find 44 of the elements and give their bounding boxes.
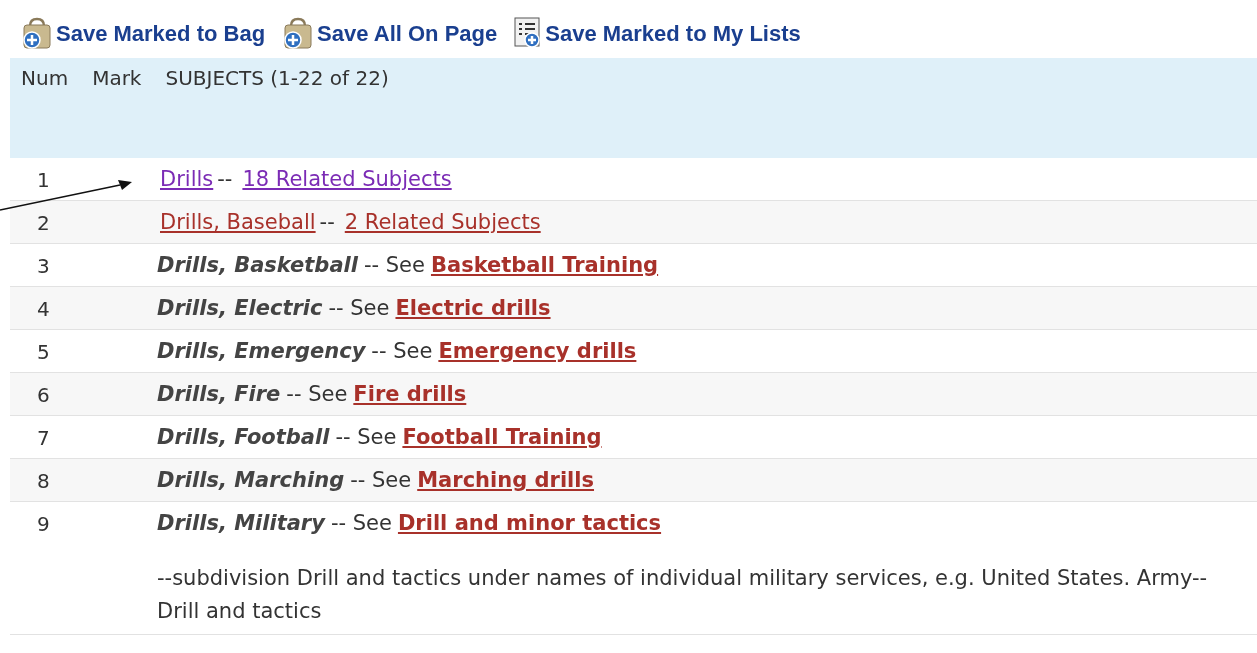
subject-heading: Drills, Electric (157, 295, 323, 322)
subject-heading: Drills, Emergency (157, 338, 366, 365)
related-subjects-link[interactable]: 2 Related Subjects (344, 207, 541, 237)
row-number: 6 (37, 383, 50, 407)
row-number: 4 (37, 297, 50, 321)
column-header: SUBJECTS (1-22 of 22) (165, 65, 389, 92)
see-link[interactable]: Fire drills (353, 379, 467, 409)
see-link[interactable]: Emergency drills (438, 336, 637, 366)
toolbar-button[interactable]: Save All On Page (281, 16, 498, 50)
row-number: 9 (37, 512, 50, 536)
separator-text: -- (217, 166, 233, 193)
subject-heading: Drills, Marching (157, 467, 345, 494)
see-text: -- See (286, 381, 348, 408)
see-link[interactable]: Basketball Training (430, 250, 659, 280)
subject-note: --subdivision Drill and tactics under names of individual military services, e.g. United States. Army--Drill and tactics (157, 565, 1209, 625)
see-text: -- See (350, 467, 412, 494)
subject-heading: Drills, Fire (157, 381, 281, 408)
see-link[interactable]: Football Training (402, 422, 602, 452)
column-header: Num (21, 65, 69, 92)
see-link[interactable]: Drill and minor tactics (397, 508, 662, 538)
see-text: -- See (371, 338, 433, 365)
subject-heading: Drills, Football (157, 424, 330, 451)
toolbar-button[interactable]: Save Marked to Bag (20, 16, 266, 50)
see-link[interactable]: Marching drills (417, 465, 594, 495)
related-subjects-link[interactable]: 18 Related Subjects (242, 164, 452, 194)
subject-heading: Drills, Military (157, 510, 325, 537)
see-text: -- See (363, 252, 425, 279)
row-number: 2 (37, 211, 50, 235)
subject-link[interactable]: Drills, Baseball (160, 207, 316, 237)
row-number: 1 (37, 168, 50, 192)
row-number: 8 (37, 469, 50, 493)
row-number: 7 (37, 426, 50, 450)
bag-plus-icon (20, 16, 54, 50)
row-number: 3 (37, 254, 50, 278)
see-text: -- See (328, 295, 390, 322)
row-number: 5 (37, 340, 50, 364)
see-text: -- See (335, 424, 397, 451)
see-link[interactable]: Electric drills (395, 293, 551, 323)
separator-text: -- (319, 209, 335, 236)
subject-heading: Drills, Basketball (157, 252, 358, 279)
column-header: Mark (92, 65, 142, 92)
subject-link[interactable]: Drills (160, 164, 214, 194)
see-text: -- See (330, 510, 392, 537)
toolbar-button[interactable]: Save Marked to My Lists (513, 16, 801, 50)
